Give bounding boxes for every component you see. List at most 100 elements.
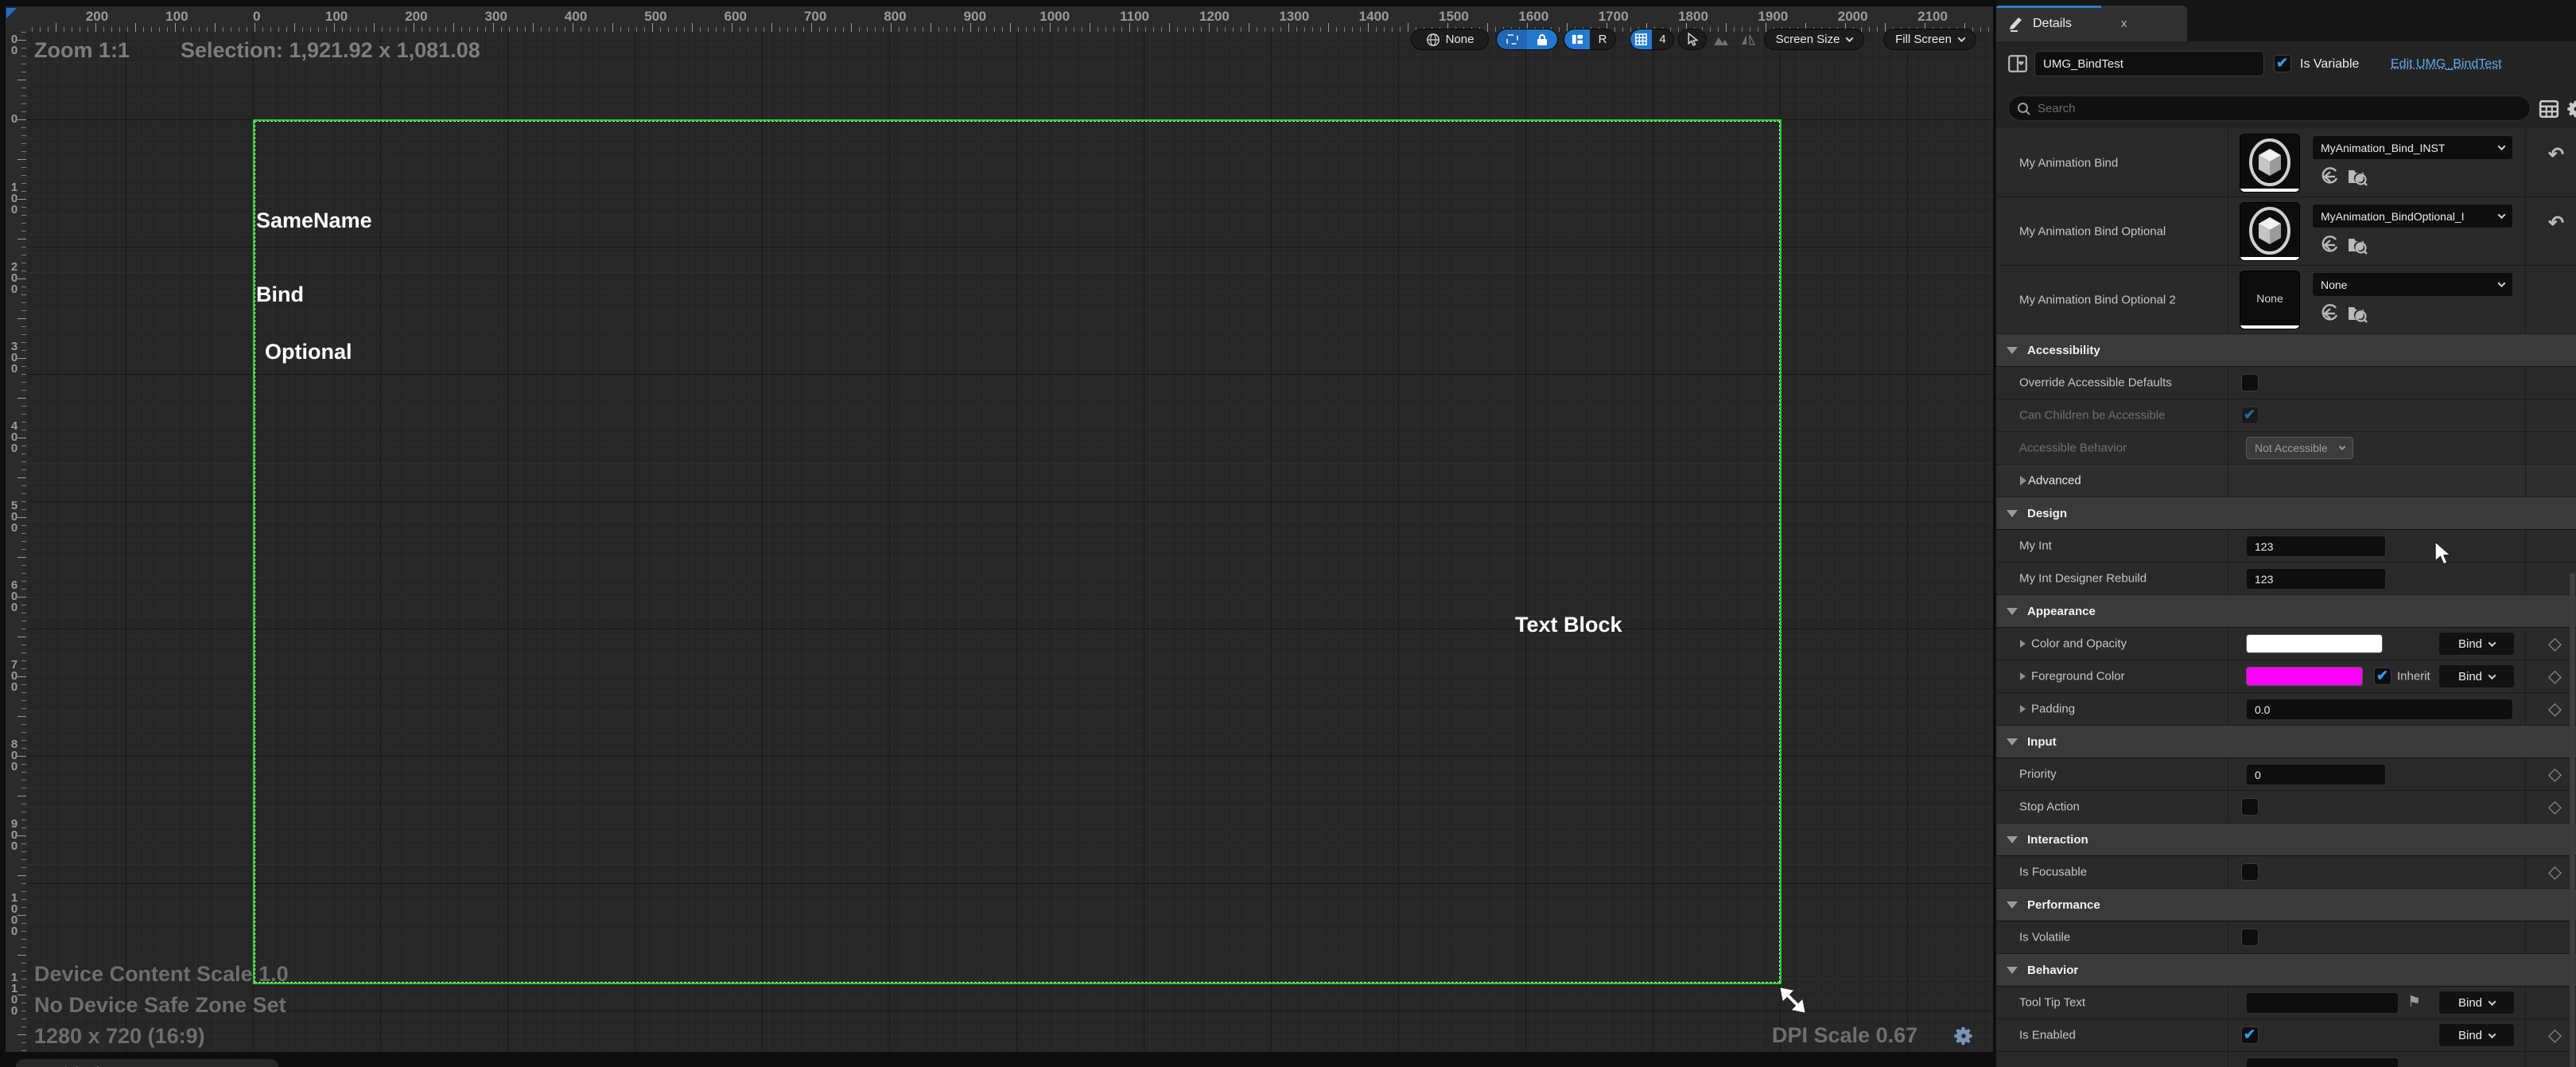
grid-snap-toggle[interactable]: 4: [1630, 29, 1674, 50]
use-selected-icon[interactable]: [2320, 304, 2339, 327]
reset-diamond-icon[interactable]: ◇: [2548, 633, 2562, 654]
dpi-scale-label: DPI Scale 0.67: [1772, 1023, 1917, 1048]
designer-viewport[interactable]: 2001000100200300400500600700800900100011…: [0, 0, 1993, 1067]
asset-thumbnail[interactable]: [2240, 134, 2300, 193]
section-behavior[interactable]: Behavior: [1996, 954, 2576, 987]
ruler-left-number: 1 1 0 0: [10, 972, 19, 1017]
section-appearance[interactable]: Appearance: [1996, 595, 2576, 628]
is-enabled-bind-button[interactable]: Bind: [2438, 1023, 2515, 1047]
section-interaction[interactable]: Interaction: [1996, 824, 2576, 856]
color-opacity-swatch[interactable]: [2246, 634, 2383, 653]
browse-asset-icon[interactable]: [2347, 236, 2368, 259]
localization-flag-icon[interactable]: ⚑: [2407, 993, 2421, 1011]
foreground-color-swatch[interactable]: [2246, 667, 2363, 686]
stop-action-checkbox[interactable]: [2241, 798, 2259, 816]
lock-icon: [1537, 33, 1548, 46]
settings-gear-icon[interactable]: [2566, 99, 2576, 119]
ruler-corner-icon: [6, 8, 17, 18]
revert-arrow-icon[interactable]: ↶: [2548, 143, 2564, 166]
property-row-tooltip: Tool Tip Text ⚑ Bind: [1996, 987, 2576, 1019]
dpi-settings-gear-icon[interactable]: [1952, 1025, 1975, 1047]
property-row-can-children: Can Children be Accessible: [1996, 399, 2576, 432]
canvas-textblock-optional[interactable]: Optional: [265, 340, 352, 364]
color-opacity-bind-button[interactable]: Bind: [2438, 632, 2515, 656]
asset-thumbnail[interactable]: [2240, 202, 2300, 261]
my-int-rebuild-input[interactable]: 123: [2246, 568, 2386, 590]
asset-thumbnail[interactable]: None: [2240, 271, 2300, 329]
details-tab-label: Details: [2033, 17, 2072, 31]
reset-diamond-icon[interactable]: ◇: [2548, 862, 2562, 882]
my-int-input[interactable]: 123: [2246, 535, 2386, 557]
reset-diamond-icon[interactable]: ◇: [2548, 666, 2562, 687]
fill-screen-dropdown[interactable]: Fill Screen: [1883, 29, 1976, 50]
canvas-textblock-samename[interactable]: SameName: [256, 208, 372, 233]
tab-details[interactable]: Details x: [1996, 6, 2187, 41]
tooltip-bind-button[interactable]: Bind: [2438, 991, 2515, 1014]
widget-name-input[interactable]: UMG_BindTest: [2034, 51, 2264, 76]
chevron-down-icon: [2489, 1030, 2496, 1038]
is-focusable-checkbox[interactable]: [2241, 863, 2259, 881]
selection-lock-toggle[interactable]: [1496, 29, 1558, 50]
reset-diamond-icon[interactable]: ◇: [2548, 1025, 2562, 1046]
preview-image-button[interactable]: [1708, 29, 1734, 50]
respect-locks-toggle[interactable]: R: [1564, 29, 1616, 50]
is-variable-checkbox[interactable]: [2274, 55, 2291, 72]
asset-dropdown-value: None: [2321, 278, 2347, 291]
design-canvas[interactable]: Zoom 1:1 Selection: 1,921.92 x 1,081.08 …: [26, 32, 1993, 1052]
is-enabled-checkbox[interactable]: [2241, 1026, 2259, 1044]
edit-blueprint-link[interactable]: Edit UMG_BindTest: [2391, 57, 2502, 72]
ruler-top-number: 1500: [1439, 9, 1469, 25]
resolution-label: 1280 x 720 (16:9): [34, 1024, 205, 1049]
fill-screen-label: Fill Screen: [1895, 33, 1952, 46]
search-input[interactable]: Search: [2008, 95, 2531, 121]
accessible-behavior-dropdown[interactable]: Not Accessible: [2246, 437, 2353, 459]
section-label: Input: [2027, 735, 2057, 749]
expand-triangle-icon[interactable]: [2020, 640, 2026, 648]
canvas-textblock-textblock[interactable]: Text Block: [1515, 613, 1622, 637]
selected-widget-outline[interactable]: [253, 119, 1781, 984]
reset-diamond-icon[interactable]: ◇: [2548, 699, 2562, 719]
expand-triangle-icon[interactable]: [2020, 705, 2026, 713]
section-accessibility[interactable]: Accessibility: [1996, 334, 2576, 367]
asset-dropdown[interactable]: MyAnimation_Bind_INST: [2312, 135, 2513, 160]
flip-preview-button[interactable]: [1735, 29, 1761, 50]
browse-asset-icon[interactable]: [2347, 304, 2368, 327]
padding-input[interactable]: 0.0: [2246, 699, 2513, 720]
is-volatile-checkbox[interactable]: [2241, 929, 2259, 946]
use-selected-icon[interactable]: [2320, 167, 2339, 190]
override-accessible-checkbox[interactable]: [2241, 374, 2259, 391]
inherit-checkbox[interactable]: [2374, 668, 2391, 685]
reset-diamond-icon[interactable]: ◇: [2548, 796, 2562, 817]
search-icon: [2017, 102, 2031, 116]
asset-dropdown[interactable]: MyAnimation_BindOptional_I: [2312, 204, 2513, 228]
section-performance[interactable]: Performance: [1996, 889, 2576, 921]
section-label: Accessibility: [2027, 344, 2100, 357]
bind-label: Bind: [2458, 637, 2482, 651]
revert-arrow-icon[interactable]: ↶: [2548, 212, 2564, 235]
image-icon: [1713, 33, 1729, 46]
select-tool-button[interactable]: [1678, 29, 1707, 50]
canvas-textblock-bind[interactable]: Bind: [256, 282, 304, 307]
priority-input[interactable]: 0: [2246, 764, 2386, 785]
reset-diamond-icon[interactable]: ◇: [2548, 764, 2562, 785]
close-icon[interactable]: x: [2121, 17, 2127, 30]
preview-background-button[interactable]: None: [1411, 29, 1489, 50]
details-scrollbar[interactable]: [2570, 573, 2575, 1067]
screen-size-dropdown[interactable]: Screen Size: [1764, 29, 1864, 50]
details-pencil-icon: [2007, 15, 2025, 33]
resize-handle-icon[interactable]: [1779, 987, 1808, 1015]
expand-triangle-icon[interactable]: [2020, 672, 2026, 680]
use-selected-icon[interactable]: [2320, 236, 2339, 259]
foreground-bind-button[interactable]: Bind: [2438, 664, 2515, 688]
partial-input[interactable]: [2246, 1057, 2399, 1067]
browse-asset-icon[interactable]: [2347, 167, 2368, 190]
asset-dropdown[interactable]: None: [2312, 272, 2513, 297]
section-input[interactable]: Input: [1996, 726, 2576, 758]
display-filter-icon[interactable]: [2539, 99, 2559, 119]
tab-animations[interactable]: Animations: [16, 1059, 278, 1067]
category-advanced[interactable]: Advanced: [1996, 465, 2576, 497]
tooltip-text-input[interactable]: [2246, 992, 2399, 1014]
can-children-checkbox[interactable]: [2241, 407, 2259, 424]
bottom-tab-strip: Animations: [0, 1052, 1993, 1067]
section-design[interactable]: Design: [1996, 497, 2576, 530]
